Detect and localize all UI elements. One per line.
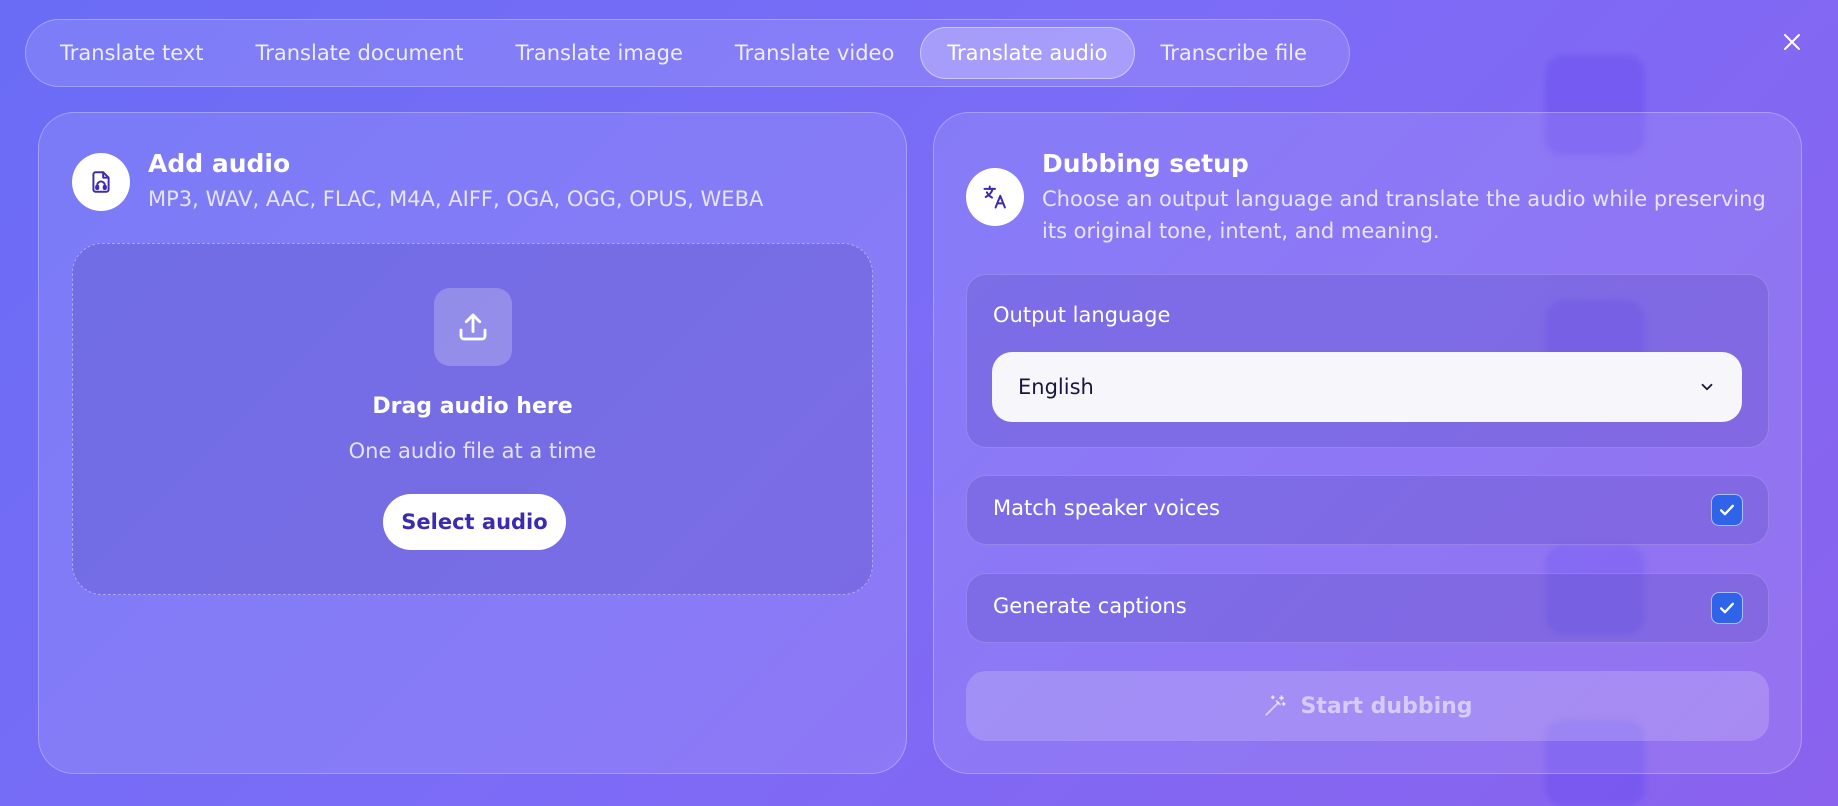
output-language-select[interactable]: English: [992, 352, 1742, 422]
dropzone-title: Drag audio here: [372, 394, 573, 419]
check-icon: [1720, 504, 1734, 516]
close-icon: [1784, 34, 1800, 50]
select-audio-button[interactable]: Select audio: [383, 494, 566, 550]
dubbing-description: Choose an output language and translate …: [1042, 187, 1766, 243]
audio-dropzone[interactable]: Drag audio here One audio file at a time…: [72, 243, 873, 595]
panel-title: Dubbing setup: [1042, 149, 1249, 178]
match-speaker-voices-checkbox[interactable]: [1711, 494, 1743, 526]
generate-captions-checkbox[interactable]: [1711, 592, 1743, 624]
mode-tabs: Translate text Translate document Transl…: [25, 19, 1350, 87]
magic-wand-icon: [1265, 695, 1287, 716]
option-label: Generate captions: [993, 594, 1187, 618]
translate-icon: [966, 168, 1024, 226]
audio-file-icon: [72, 153, 130, 211]
check-icon: [1720, 602, 1734, 614]
supported-formats: MP3, WAV, AAC, FLAC, M4A, AIFF, OGA, OGG…: [148, 187, 764, 211]
add-audio-panel: Add audio MP3, WAV, AAC, FLAC, M4A, AIFF…: [38, 112, 907, 774]
dropzone-subtitle: One audio file at a time: [348, 439, 597, 463]
tab-translate-document[interactable]: Translate document: [229, 27, 489, 79]
tab-translate-audio[interactable]: Translate audio: [920, 27, 1135, 79]
selected-language: English: [1018, 375, 1094, 399]
close-button[interactable]: [1774, 24, 1810, 60]
option-label: Match speaker voices: [993, 496, 1220, 520]
panel-title: Add audio: [148, 149, 291, 178]
output-language-card: Output language English: [966, 274, 1769, 448]
dubbing-setup-panel: Dubbing setup Choose an output language …: [933, 112, 1802, 774]
match-speaker-voices-row[interactable]: Match speaker voices: [966, 475, 1769, 545]
tab-translate-image[interactable]: Translate image: [489, 27, 708, 79]
upload-icon: [434, 288, 512, 366]
tab-translate-text[interactable]: Translate text: [34, 27, 229, 79]
generate-captions-row[interactable]: Generate captions: [966, 573, 1769, 643]
output-language-label: Output language: [993, 303, 1171, 327]
tab-transcribe-file[interactable]: Transcribe file: [1135, 27, 1333, 79]
start-dubbing-button[interactable]: Start dubbing: [966, 671, 1769, 741]
translation-modal: Translate text Translate document Transl…: [0, 0, 1838, 806]
tab-translate-video[interactable]: Translate video: [709, 27, 920, 79]
chevron-down-icon: [1701, 383, 1713, 391]
start-dubbing-label: Start dubbing: [1300, 693, 1473, 719]
